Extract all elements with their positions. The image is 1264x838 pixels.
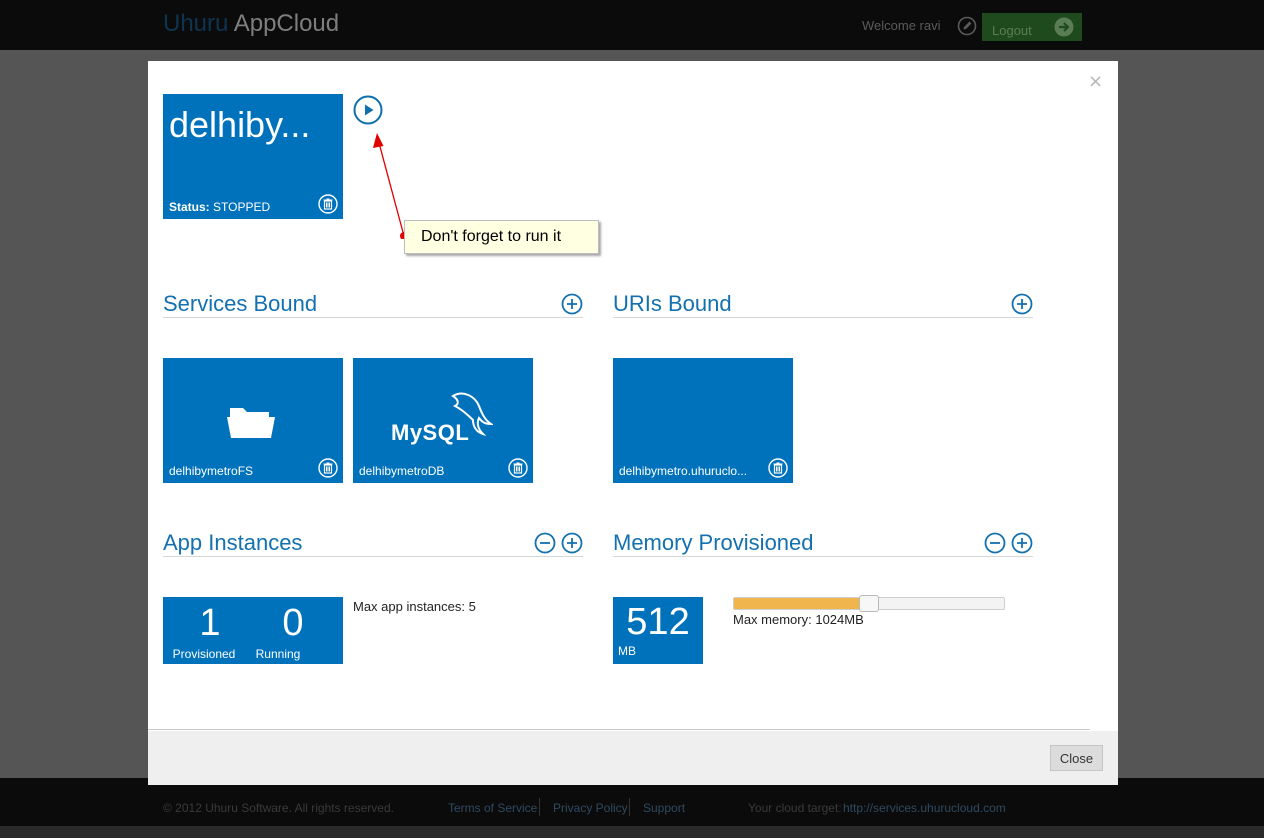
- decrease-instances-icon[interactable]: [534, 532, 556, 554]
- close-button[interactable]: Close: [1050, 745, 1103, 771]
- memory-slider-fill: [734, 598, 869, 609]
- section-divider: [163, 317, 583, 318]
- privacy-link[interactable]: Privacy Policy: [553, 801, 628, 815]
- service-tile-db[interactable]: MySQL delhibymetroDB: [353, 358, 533, 483]
- increase-memory-icon[interactable]: [1011, 532, 1033, 554]
- app-details-dialog: × delhiby... Status: STOPPED Don't forge…: [148, 61, 1118, 785]
- app-tile[interactable]: delhiby... Status: STOPPED: [163, 94, 343, 219]
- logout-button[interactable]: Logout: [982, 13, 1082, 41]
- folder-icon: [227, 408, 275, 438]
- welcome-text: Welcome ravi: [862, 18, 941, 33]
- add-service-icon[interactable]: [561, 293, 583, 315]
- section-divider: [613, 317, 1033, 318]
- brand-appcloud: AppCloud: [233, 10, 340, 37]
- memory-provisioned-title: Memory Provisioned: [613, 530, 814, 555]
- dialog-footer: Close: [148, 731, 1118, 785]
- memory-unit: MB: [618, 644, 636, 658]
- brand-logo: Uhuru AppCloud: [163, 10, 339, 38]
- mysql-logo: MySQL: [391, 388, 501, 448]
- status-label: Status:: [169, 200, 210, 214]
- memory-value: 512: [626, 601, 690, 643]
- service-tile-fs[interactable]: delhibymetroFS: [163, 358, 343, 483]
- memory-tile: 512 MB: [613, 597, 703, 664]
- page-footer: © 2012 Uhuru Software. All rights reserv…: [0, 778, 1264, 826]
- logout-label: Logout: [992, 22, 1032, 38]
- service-label: delhibymetroFS: [169, 464, 254, 478]
- uris-bound-title: URIs Bound: [613, 291, 732, 316]
- dialog-footer-divider: [148, 729, 1090, 730]
- memory-slider[interactable]: [733, 595, 1005, 612]
- services-bound-title: Services Bound: [163, 291, 318, 316]
- max-memory-text: Max memory: 1024MB: [733, 612, 864, 627]
- increase-instances-icon[interactable]: [561, 532, 583, 554]
- cloud-target-label: Your cloud target:: [748, 801, 842, 815]
- instances-tile: 1 Provisioned 0 Running: [163, 597, 343, 664]
- decrease-memory-icon[interactable]: [984, 532, 1006, 554]
- delete-service-icon[interactable]: [508, 458, 528, 478]
- cloud-target-link[interactable]: http://services.uhurucloud.com: [843, 801, 1006, 815]
- running-label: Running: [255, 647, 301, 661]
- top-bar: Uhuru AppCloud Welcome ravi Logout: [0, 0, 1264, 50]
- memory-slider-handle[interactable]: [859, 595, 879, 612]
- add-uri-icon[interactable]: [1011, 293, 1033, 315]
- dialog-close-icon[interactable]: ×: [1088, 71, 1103, 92]
- edit-profile-icon[interactable]: [957, 16, 977, 36]
- support-link[interactable]: Support: [643, 801, 685, 815]
- footer-divider: [539, 798, 540, 816]
- app-instances-title: App Instances: [163, 530, 303, 555]
- status-value: STOPPED: [213, 200, 271, 214]
- running-count: 0: [282, 602, 304, 644]
- section-divider: [613, 556, 1033, 557]
- bottom-strip: [0, 826, 1264, 838]
- terms-link[interactable]: Terms of Service: [448, 801, 537, 815]
- delete-service-icon[interactable]: [318, 458, 338, 478]
- annotation-callout: Don't forget to run it: [404, 220, 599, 254]
- brand-uhuru: Uhuru: [163, 10, 229, 37]
- uri-label: delhibymetro.uhuruclo...: [619, 464, 748, 478]
- uri-tile[interactable]: delhibymetro.uhuruclo...: [613, 358, 793, 483]
- app-status: Status: STOPPED: [169, 200, 270, 214]
- provisioned-count: 1: [199, 602, 221, 644]
- start-app-icon[interactable]: [353, 95, 383, 125]
- delete-app-icon[interactable]: [318, 194, 338, 214]
- app-name: delhiby...: [169, 104, 311, 145]
- mysql-logo-text: MySQL: [391, 420, 470, 445]
- provisioned-label: Provisioned: [172, 647, 236, 661]
- max-instances-text: Max app instances: 5: [353, 599, 476, 614]
- service-label: delhibymetroDB: [359, 464, 445, 478]
- delete-uri-icon[interactable]: [768, 458, 788, 478]
- footer-divider: [629, 798, 630, 816]
- arrow-right-icon: [1054, 17, 1074, 37]
- copyright-text: © 2012 Uhuru Software. All rights reserv…: [163, 801, 394, 815]
- section-divider: [163, 556, 583, 557]
